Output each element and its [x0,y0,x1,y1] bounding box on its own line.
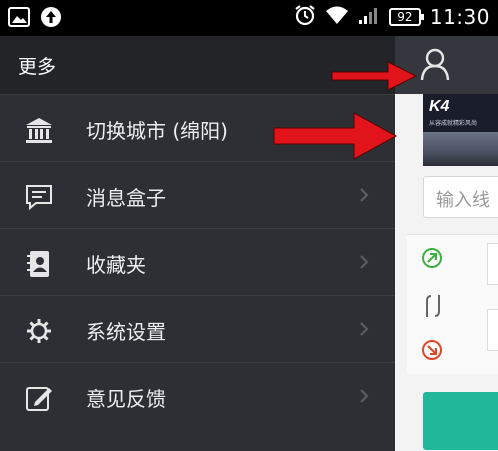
gear-icon [24,316,54,346]
search-input[interactable]: 输入线 [423,176,498,218]
status-bar: 92 11:30 [0,0,498,36]
menu-label: 消息盒子 [86,186,166,210]
navigation-drawer: 更多 切换城市 (绵阳) 消息盒子 收藏夹 系统设置 意见反馈 [0,36,395,451]
wifi-icon [325,5,349,29]
start-point-icon [421,247,443,273]
contacts-book-icon [24,249,54,279]
chevron-right-icon [359,388,369,404]
route-planner-card [407,234,498,374]
upload-icon [40,6,62,32]
chevron-right-icon [359,187,369,203]
annotation-arrow-icon [331,61,418,91]
annotation-arrow-icon [273,112,398,160]
menu-label: 收藏夹 [86,253,146,277]
message-icon [24,182,54,212]
start-location-field[interactable] [487,243,498,285]
menu-item-feedback[interactable]: 意见反馈 [0,362,395,429]
bank-icon [24,115,54,145]
banner-image [423,132,498,166]
end-location-field[interactable] [487,309,498,351]
user-icon[interactable] [419,46,451,82]
banner-brand: K4 [429,98,450,115]
menu-label: 系统设置 [86,320,166,344]
image-icon [8,7,30,31]
signal-icon [358,5,380,29]
main-app-area: K4 从容成就精彩风尚 输入线 [395,36,498,451]
menu-item-system-settings[interactable]: 系统设置 [0,295,395,362]
banner-subtitle: 从容成就精彩风尚 [429,120,478,127]
clock-time: 11:30 [429,5,490,29]
menu-item-message-box[interactable]: 消息盒子 [0,161,395,228]
chevron-right-icon [359,321,369,337]
battery-icon: 92 [388,8,424,26]
menu-item-favorites[interactable]: 收藏夹 [0,228,395,295]
alarm-icon [294,4,316,30]
search-route-button[interactable] [423,392,498,450]
swap-route-icon[interactable] [423,293,443,323]
edit-icon [24,383,54,413]
menu-label: 切换城市 (绵阳) [86,119,228,143]
ad-banner[interactable]: K4 从容成就精彩风尚 [423,94,498,166]
chevron-right-icon [359,254,369,270]
end-point-icon [421,339,443,365]
menu-label: 意见反馈 [86,387,166,411]
